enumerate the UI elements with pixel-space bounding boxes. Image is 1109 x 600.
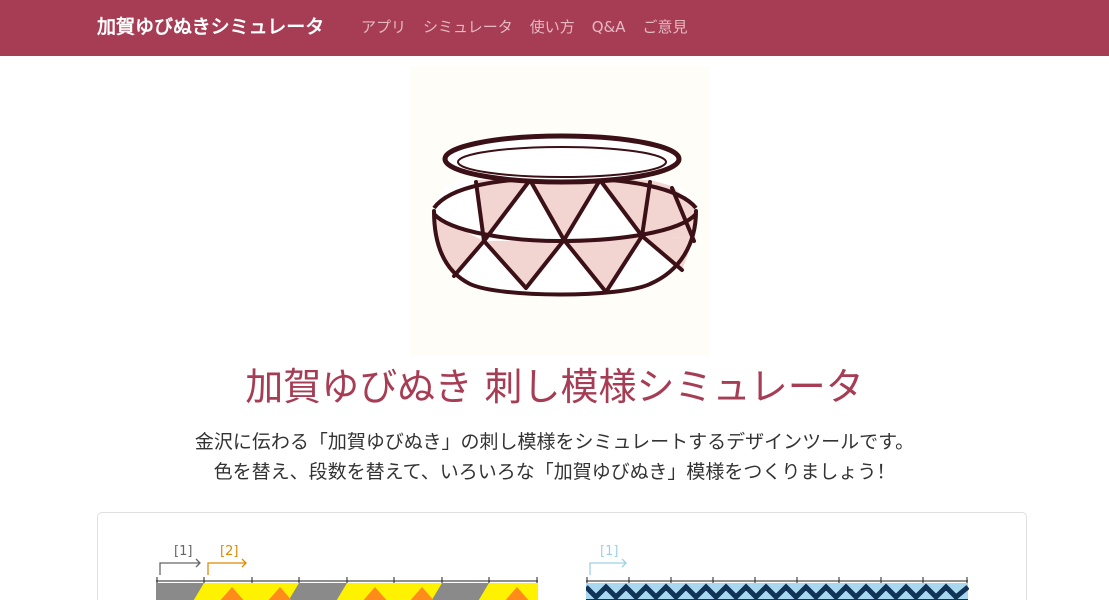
nav-menu: アプリ シミュレータ 使い方 Q&A ご意見	[361, 16, 688, 39]
simulator-preview-card: [1] [2] [1]	[97, 512, 1027, 600]
nav-link-app[interactable]: アプリ	[361, 16, 406, 39]
pattern-preview-right[interactable]: [1]	[586, 543, 969, 600]
lead-text-line2: 色を替え、段数を替えて、いろいろな「加賀ゆびぬき」模様をつくりましょう！	[213, 461, 896, 483]
nav-link-feedback[interactable]: ご意見	[643, 16, 688, 39]
navbar: 加賀ゆびぬきシミュレータ アプリ シミュレータ 使い方 Q&A ご意見	[0, 0, 1109, 56]
nav-link-qa[interactable]: Q&A	[592, 16, 626, 39]
thimble-illustration	[410, 66, 710, 356]
page-title: 加賀ゆびぬき 刺し模様シミュレータ	[245, 365, 864, 409]
lead-text-line1: 金沢に伝わる「加賀ゆびぬき」の刺し模様をシミュレートするデザインツールです。	[194, 431, 915, 453]
nav-link-usage[interactable]: 使い方	[530, 16, 575, 39]
pattern-preview-left[interactable]: [1] [2]	[156, 543, 539, 600]
pattern-left-svg	[156, 558, 538, 600]
nav-link-simulator[interactable]: シミュレータ	[423, 16, 513, 39]
brand-link[interactable]: 加賀ゆびぬきシミュレータ	[97, 14, 324, 41]
pattern-right-svg	[586, 558, 969, 600]
